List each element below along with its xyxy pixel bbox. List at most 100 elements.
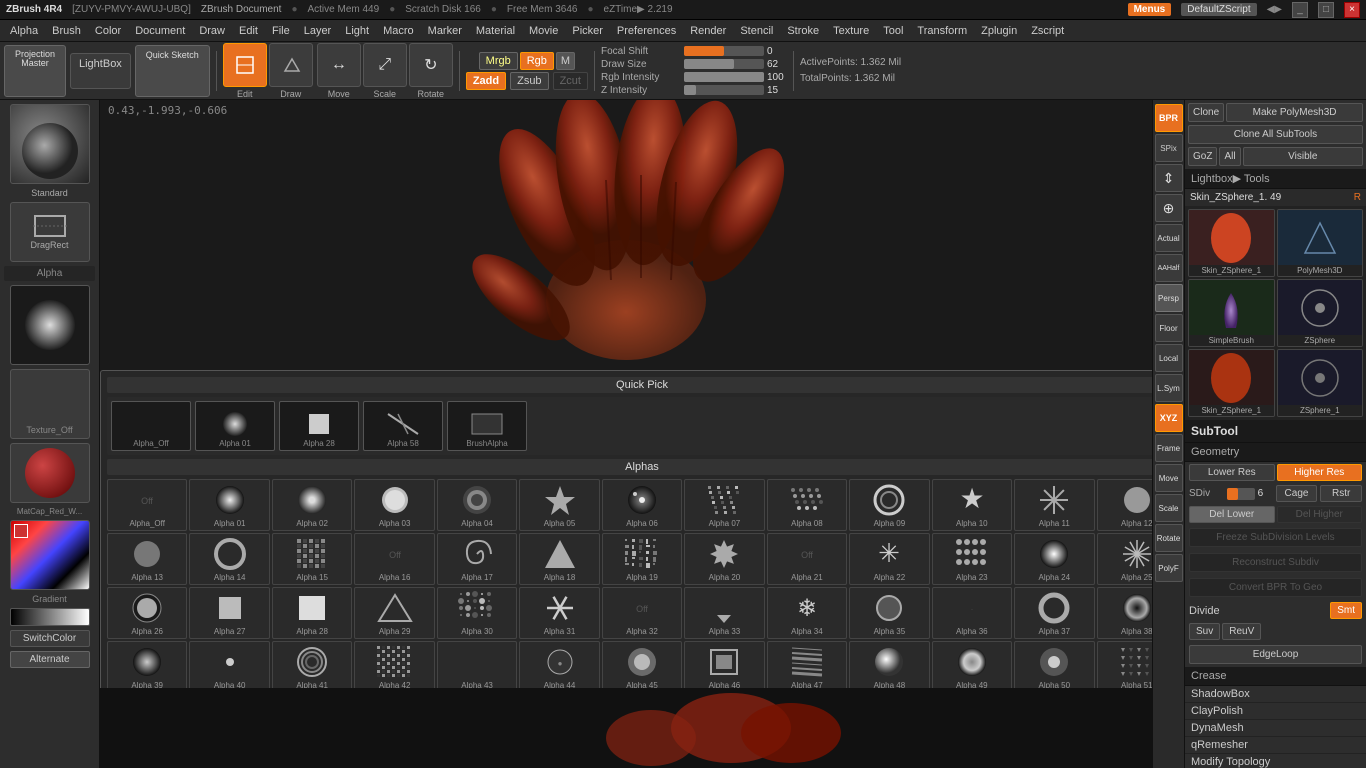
menu-picker[interactable]: Picker bbox=[566, 23, 609, 39]
color-swatch[interactable] bbox=[10, 520, 90, 590]
edgeloop-button[interactable]: EdgeLoop bbox=[1189, 645, 1362, 664]
menu-zscript[interactable]: Zscript bbox=[1025, 23, 1070, 39]
thumb-zsphere-1[interactable]: ZSphere_1 bbox=[1277, 349, 1364, 417]
menu-document[interactable]: Document bbox=[129, 23, 191, 39]
alpha-cell-1[interactable]: Alpha 01 bbox=[189, 479, 269, 531]
reconstruct-subdiv-button[interactable]: Reconstruct Subdiv bbox=[1189, 553, 1362, 572]
alpha-cell-45[interactable]: Alpha 45 bbox=[602, 641, 682, 693]
suv-button[interactable]: Suv bbox=[1189, 623, 1220, 640]
alpha-cell-35[interactable]: Alpha 35 bbox=[849, 587, 929, 639]
win-close[interactable]: × bbox=[1344, 2, 1360, 18]
del-lower-button[interactable]: Del Lower bbox=[1189, 506, 1275, 523]
alpha-cell-5[interactable]: Alpha 05 bbox=[519, 479, 599, 531]
alpha-cell-30[interactable]: Alpha 30 bbox=[437, 587, 517, 639]
quick-sketch-button[interactable]: Quick Sketch bbox=[135, 45, 210, 97]
scroll-button[interactable]: ⇕ bbox=[1155, 164, 1183, 192]
alpha-cell-8[interactable]: Alpha 08 bbox=[767, 479, 847, 531]
edit-button[interactable] bbox=[223, 43, 267, 87]
quick-alpha-off[interactable]: Alpha_Off bbox=[111, 401, 191, 451]
qremesher-button[interactable]: qRemesher bbox=[1185, 737, 1366, 754]
quick-alpha-28[interactable]: Alpha 28 bbox=[279, 401, 359, 451]
menu-render[interactable]: Render bbox=[684, 23, 732, 39]
draw-size-slider[interactable] bbox=[684, 59, 764, 69]
alpha-cell-15[interactable]: Alpha 15 bbox=[272, 533, 352, 585]
smt-button[interactable]: Smt bbox=[1330, 602, 1362, 619]
alpha-cell-33[interactable]: Alpha 33 bbox=[684, 587, 764, 639]
alpha-cell-29[interactable]: Alpha 29 bbox=[354, 587, 434, 639]
alpha-cell-3[interactable]: Alpha 03 bbox=[354, 479, 434, 531]
alpha-thumb-button[interactable] bbox=[10, 285, 90, 365]
higher-res-button[interactable]: Higher Res bbox=[1277, 464, 1363, 481]
alpha-cell-28[interactable]: Alpha 28 bbox=[272, 587, 352, 639]
quick-alpha-01[interactable]: Alpha 01 bbox=[195, 401, 275, 451]
alpha-cell-10[interactable]: ★Alpha 10 bbox=[932, 479, 1012, 531]
shadowbox-button[interactable]: ShadowBox bbox=[1185, 686, 1366, 703]
scale-button[interactable]: ⤢ bbox=[363, 43, 407, 87]
menu-color[interactable]: Color bbox=[89, 23, 127, 39]
claypolish-button[interactable]: ClayPolish bbox=[1185, 703, 1366, 720]
alpha-cell-49[interactable]: Alpha 49 bbox=[932, 641, 1012, 693]
minimize-btn[interactable]: ◀▶ bbox=[1267, 4, 1282, 15]
rgb-intensity-slider[interactable] bbox=[684, 72, 764, 82]
alpha-cell-23[interactable]: Alpha 23 bbox=[932, 533, 1012, 585]
alpha-cell-11[interactable]: Alpha 11 bbox=[1014, 479, 1094, 531]
menu-texture[interactable]: Texture bbox=[827, 23, 875, 39]
menu-tool[interactable]: Tool bbox=[877, 23, 909, 39]
win-maximize[interactable]: □ bbox=[1318, 2, 1334, 18]
sdiv-slider[interactable] bbox=[1227, 488, 1255, 500]
win-minimize[interactable]: _ bbox=[1292, 2, 1308, 18]
quick-brush-alpha[interactable]: BrushAlpha bbox=[447, 401, 527, 451]
aahalf-button[interactable]: AAHalf bbox=[1155, 254, 1183, 282]
thumb-skin-zsphere[interactable]: Skin_ZSphere_1 bbox=[1188, 209, 1275, 277]
alpha-cell-37[interactable]: Alpha 37 bbox=[1014, 587, 1094, 639]
move-button[interactable]: ↔ bbox=[317, 43, 361, 87]
lower-res-button[interactable]: Lower Res bbox=[1189, 464, 1275, 481]
alpha-cell-34[interactable]: ❄Alpha 34 bbox=[767, 587, 847, 639]
focal-shift-slider[interactable] bbox=[684, 46, 764, 56]
alpha-cell-32[interactable]: OffAlpha 32 bbox=[602, 587, 682, 639]
all-button[interactable]: All bbox=[1219, 147, 1240, 166]
rotate-canvas-button[interactable]: Rotate bbox=[1155, 524, 1183, 552]
quick-alpha-58[interactable]: Alpha 58 bbox=[363, 401, 443, 451]
alpha-cell-16[interactable]: OffAlpha 16 bbox=[354, 533, 434, 585]
make-polymesh3d-button[interactable]: Make PolyMesh3D bbox=[1226, 103, 1363, 122]
alpha-cell-13[interactable]: Alpha 13 bbox=[107, 533, 187, 585]
lightbox-tools-header[interactable]: Lightbox▶ Tools bbox=[1185, 169, 1366, 189]
cage-button[interactable]: Cage bbox=[1276, 485, 1318, 502]
model-viewport[interactable] bbox=[100, 100, 1152, 365]
alpha-cell-44[interactable]: ●Alpha 44 bbox=[519, 641, 599, 693]
menu-macro[interactable]: Macro bbox=[377, 23, 420, 39]
thumb-zsphere[interactable]: ZSphere bbox=[1277, 279, 1364, 347]
clone-button[interactable]: Clone bbox=[1188, 103, 1224, 122]
menu-file[interactable]: File bbox=[266, 23, 296, 39]
modify-topology-button[interactable]: Modify Topology bbox=[1185, 754, 1366, 768]
reset-button[interactable]: R bbox=[1354, 192, 1361, 203]
frame-button[interactable]: Frame bbox=[1155, 434, 1183, 462]
crease-header[interactable]: Crease bbox=[1185, 667, 1366, 686]
xyz-button[interactable]: XYZ bbox=[1155, 404, 1183, 432]
alternate-button[interactable]: Alternate bbox=[10, 651, 90, 668]
alpha-cell-27[interactable]: Alpha 27 bbox=[189, 587, 269, 639]
scale-canvas-button[interactable]: Scale bbox=[1155, 494, 1183, 522]
alpha-cell-20[interactable]: Alpha 20 bbox=[684, 533, 764, 585]
geometry-header[interactable]: Geometry bbox=[1185, 443, 1366, 462]
switch-color-button[interactable]: SwitchColor bbox=[10, 630, 90, 647]
alpha-cell-14[interactable]: Alpha 14 bbox=[189, 533, 269, 585]
alpha-cell-43[interactable]: Alpha 43 bbox=[437, 641, 517, 693]
convert-bpr-button[interactable]: Convert BPR To Geo bbox=[1189, 578, 1362, 597]
menu-preferences[interactable]: Preferences bbox=[611, 23, 682, 39]
texture-off-button[interactable]: Texture_Off bbox=[10, 369, 90, 439]
drag-rect-button[interactable]: DragRect bbox=[10, 202, 90, 262]
rgb-button[interactable]: Rgb bbox=[520, 52, 554, 70]
bpr-button[interactable]: BPR bbox=[1155, 104, 1183, 132]
projection-master-button[interactable]: Projection Master bbox=[4, 45, 66, 97]
alpha-cell-50[interactable]: Alpha 50 bbox=[1014, 641, 1094, 693]
menu-draw[interactable]: Draw bbox=[193, 23, 231, 39]
floor-button[interactable]: Floor bbox=[1155, 314, 1183, 342]
mrgb-button[interactable]: Mrgb bbox=[479, 52, 518, 70]
alpha-cell-42[interactable]: Alpha 42 bbox=[354, 641, 434, 693]
alpha-cell-6[interactable]: Alpha 06 bbox=[602, 479, 682, 531]
dynamesh-button[interactable]: DynaMesh bbox=[1185, 720, 1366, 737]
menu-marker[interactable]: Marker bbox=[422, 23, 468, 39]
alpha-cell-7[interactable]: Alpha 07 bbox=[684, 479, 764, 531]
